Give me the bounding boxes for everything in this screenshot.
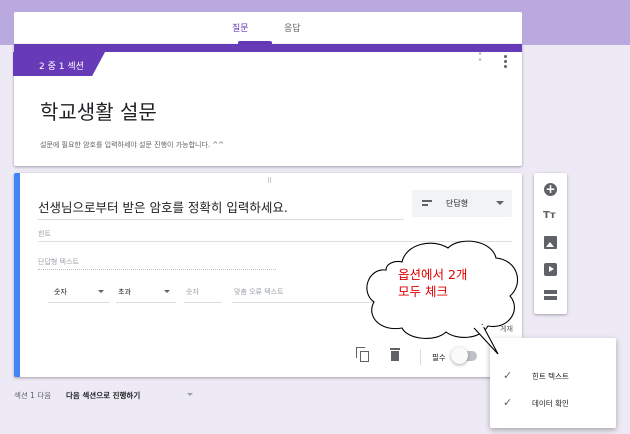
validation-error-input[interactable]: 맞춤 오류 텍스트 [234, 287, 284, 297]
validation-operator-underline [116, 302, 176, 303]
menu-item-label: 힌트 텍스트 [532, 372, 569, 381]
floating-toolbar: + Tт [534, 173, 567, 314]
short-answer-preview: 단답형 텍스트 [38, 258, 79, 266]
question-type-label: 단답형 [446, 199, 469, 208]
section-badge: 2 중 1 섹션 [13, 52, 105, 76]
drag-handle-icon[interactable]: ⠿ [267, 177, 273, 185]
after-section-label: 섹션 1 다음 [14, 391, 52, 400]
menu-item-label: 데이터 확인 [532, 399, 569, 408]
callout-line-1: 옵션에서 2개 [398, 267, 468, 282]
form-title[interactable]: 학교생활 설문 [40, 96, 157, 125]
validation-operator-select[interactable]: 초과 [118, 287, 131, 297]
validation-error-underline [232, 302, 382, 303]
question-title-input[interactable]: 선생님으로부터 받은 암호를 정확히 입력하세요. [38, 197, 288, 216]
chevron-down-icon [187, 393, 193, 396]
tab-questions[interactable]: 질문 [232, 21, 249, 34]
tab-bar: 질문 응답 [14, 12, 522, 44]
short-answer-icon [422, 200, 432, 208]
section-header-card[interactable]: 2 중 1 섹션 ˅ ˄ 학교생활 설문 설문에 필요한 암호를 입력하세야 설문… [13, 44, 522, 166]
tab-responses[interactable]: 응답 [284, 21, 301, 34]
add-section-icon[interactable] [544, 290, 557, 303]
menu-item-hint-text[interactable]: ✓ 힌트 텍스트 [490, 365, 616, 387]
chevron-down-icon [98, 290, 104, 293]
chevron-down-icon [496, 201, 504, 205]
validation-number-input[interactable]: 숫자 [186, 287, 199, 297]
short-answer-underline [38, 269, 276, 270]
question-type-select[interactable]: 단답형 [412, 190, 512, 217]
more-options-icon[interactable] [504, 55, 508, 68]
add-image-icon[interactable] [544, 236, 557, 249]
validation-number-underline [184, 302, 222, 303]
checkmark-icon: ✓ [503, 369, 513, 382]
add-question-icon[interactable]: + [544, 183, 557, 196]
callout-line-2: 모두 체크 [398, 284, 448, 299]
checkmark-icon: ✓ [503, 396, 513, 409]
callout-text: 옵션에서 2개 모두 체크 [398, 266, 518, 300]
chevron-down-icon [164, 290, 170, 293]
menu-item-data-validation[interactable]: ✓ 데이터 확인 [490, 392, 616, 414]
after-section-select[interactable]: 다음 섹션으로 진행하기 [66, 390, 140, 401]
validation-category-underline [48, 302, 110, 303]
question-title-underline [38, 219, 404, 220]
form-description[interactable]: 설문에 필요한 암호를 입력하세야 설문 진행이 가능합니다. ^^ [40, 140, 224, 150]
collapse-icon[interactable]: ˅ ˄ [475, 53, 485, 67]
add-video-icon[interactable] [544, 263, 557, 276]
validation-category-select[interactable]: 숫자 [54, 287, 67, 297]
hint-input[interactable]: 힌트 [38, 229, 51, 239]
add-title-icon[interactable]: Tт [543, 210, 559, 223]
